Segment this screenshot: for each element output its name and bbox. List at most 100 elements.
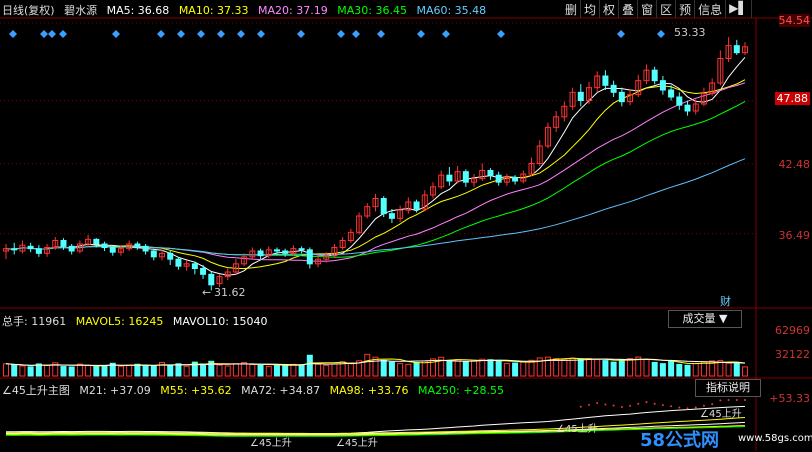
candle-body [618, 91, 625, 103]
diamond-marker [497, 30, 505, 38]
indicator-dot [579, 405, 582, 408]
volume-bar [19, 365, 26, 377]
toolbar-overlay[interactable]: 叠 [619, 0, 639, 18]
volume-bar [117, 365, 124, 377]
volume-bar [651, 361, 658, 377]
price-label-mid: 42.48 [778, 158, 811, 171]
diamond-marker [59, 30, 67, 38]
price-label-top: 54.54 [778, 14, 810, 27]
volume-bar [585, 358, 592, 377]
price-label-current: 47.88 [774, 92, 810, 105]
candle-body [175, 258, 182, 267]
diamond-marker [217, 30, 225, 38]
volume-bar [183, 365, 190, 377]
volume-bar [265, 365, 272, 377]
low-annotation-arrow-icon: ← [202, 286, 212, 299]
volume-bar [520, 361, 527, 377]
volume-bar [273, 364, 280, 377]
ind-text-2: ∠45上升 [336, 438, 378, 449]
candle-body [577, 91, 584, 102]
diamond-marker [377, 30, 385, 38]
volume-bar [364, 353, 371, 377]
volume-bar [742, 366, 748, 377]
period-label[interactable]: 日线(复权) [2, 4, 55, 17]
candle-body [109, 247, 116, 253]
toolbar-delete[interactable]: 删 [562, 0, 582, 18]
indicator-dot [604, 403, 607, 406]
finance-marker[interactable]: 财 [720, 293, 731, 309]
volume-bar [224, 365, 231, 377]
candle-body [659, 80, 666, 91]
toolbar-expand-icon[interactable]: ▶▌ [726, 0, 752, 18]
indicator-label: +53.33 [769, 392, 810, 405]
volume-bar [553, 358, 560, 377]
volume-bar [462, 361, 469, 377]
candle-body [35, 248, 42, 254]
diamond-marker [337, 30, 345, 38]
volume-bar [479, 358, 486, 377]
candle-body [298, 248, 305, 251]
toolbar-rights[interactable]: 权 [600, 0, 620, 18]
volume-bar [528, 359, 535, 377]
toolbar-forecast[interactable]: 预 [676, 0, 696, 18]
ma30-value: MA30: 36.45 [337, 4, 407, 17]
candle-body [495, 174, 502, 183]
indicator-dot [645, 401, 648, 404]
diamond-marker [257, 30, 265, 38]
volume-bar [684, 364, 691, 377]
m55-value: M55: +35.62 [160, 384, 232, 397]
indicator-dot [637, 402, 640, 405]
volume-indicator-dropdown[interactable]: 成交量 ▼ [668, 310, 742, 328]
diamond-marker [197, 30, 205, 38]
volume-bar [594, 359, 601, 377]
candle-body [200, 268, 207, 275]
indicator-header: ∠45上升主图 M21: +37.09 M55: +35.62 MA72: +3… [2, 382, 510, 398]
candle-body [610, 84, 617, 93]
indicator-lines [5, 399, 746, 437]
volume-bar [577, 358, 584, 377]
indicator-dot [719, 399, 722, 402]
volume-bar [413, 361, 420, 377]
diamond-marker [40, 30, 48, 38]
indicator-dot [661, 404, 664, 407]
candle-body [11, 248, 18, 251]
candle-body [273, 249, 280, 252]
ma60-value: MA60: 35.48 [416, 4, 487, 17]
indicator-dot [620, 405, 623, 408]
volume-bar [3, 363, 9, 377]
volume-bar [446, 360, 453, 377]
toolbar-range[interactable]: 区 [657, 0, 677, 18]
volume-bar [347, 362, 354, 377]
diamond-marker [352, 30, 360, 38]
volume-bar [93, 365, 100, 377]
volume-bars [3, 353, 748, 377]
volume-bar [35, 363, 42, 377]
ma5-line [5, 56, 746, 276]
candle-body [602, 75, 609, 86]
volume-bar [175, 363, 182, 377]
indicator-dot [744, 399, 746, 401]
diamond-marker [9, 30, 17, 38]
indicator-dot [686, 407, 689, 410]
vol-label-mid: 32122 [775, 348, 810, 361]
total-volume: 总手: 11961 [2, 315, 67, 328]
indicator-help-button[interactable]: 指标说明 [695, 379, 761, 397]
indicator-dot [694, 406, 697, 409]
toolbar-window[interactable]: 窗 [638, 0, 658, 18]
low-annotation: 31.62 [214, 286, 246, 299]
candle-body [306, 249, 313, 265]
diamond-marker [417, 30, 425, 38]
volume-bar [610, 361, 617, 377]
candle-body [257, 250, 264, 257]
main-header: 日线(复权) 碧水源 MA5: 36.68 MA10: 37.33 MA20: … [2, 2, 492, 18]
toolbar-info[interactable]: 信息 [695, 0, 727, 18]
toolbar-average[interactable]: 均 [581, 0, 601, 18]
volume-bar [627, 357, 634, 377]
diamond-markers [9, 30, 665, 38]
diamond-marker [442, 30, 450, 38]
volume-bar [323, 364, 330, 377]
diamond-marker [237, 30, 245, 38]
ind-text-4: ∠45上升 [700, 409, 742, 420]
candle-body [684, 104, 691, 112]
volume-bar [643, 358, 650, 377]
